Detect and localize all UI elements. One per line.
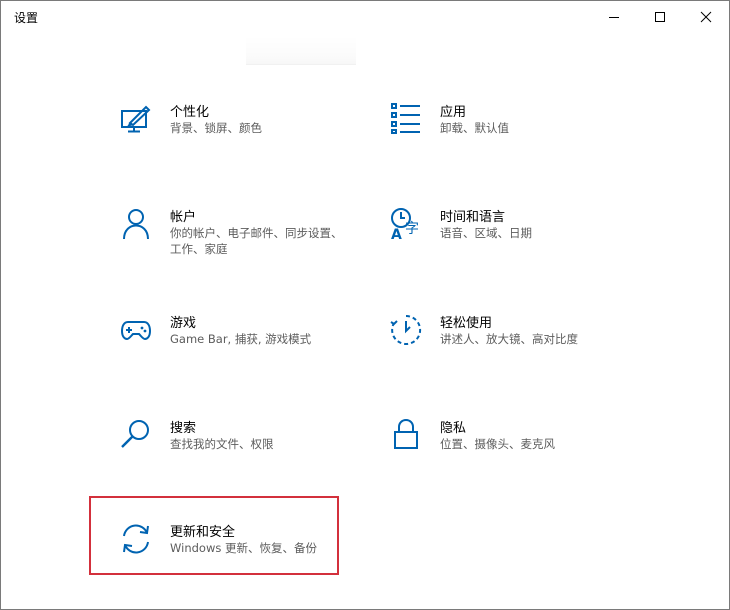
sync-icon	[118, 521, 154, 557]
tile-description: 位置、摄像头、麦克风	[440, 437, 555, 451]
tile-title: 应用	[440, 105, 467, 120]
tile-title: 个性化	[170, 105, 210, 120]
gamepad-icon	[118, 312, 154, 348]
tile-title: 更新和安全	[170, 525, 236, 540]
tile-description: 背景、锁屏、颜色	[170, 121, 262, 135]
svg-text:A: A	[391, 227, 402, 241]
time-language-icon: A 字	[388, 206, 424, 242]
tile-time-language[interactable]: A 字 时间和语言 语音、区域、日期	[388, 206, 638, 286]
minimize-icon	[609, 17, 619, 18]
person-icon	[118, 206, 154, 242]
settings-window: 设置 个性化 背景、锁屏、颜色 应用 卸载、默认值 帐户 你的帐户、电子邮件、同…	[0, 0, 730, 610]
tile-description: Windows 更新、恢复、备份	[170, 541, 317, 555]
tile-description: 查找我的文件、权限	[170, 437, 274, 451]
close-icon	[700, 11, 712, 23]
tile-description: Game Bar, 捕获, 游戏模式	[170, 332, 312, 346]
search-icon	[118, 417, 154, 453]
tile-title: 游戏	[170, 316, 197, 331]
ease-of-access-icon	[388, 312, 424, 348]
tile-title: 搜索	[170, 421, 197, 436]
tile-title: 轻松使用	[440, 316, 493, 331]
apps-list-icon	[388, 101, 424, 137]
tile-description: 卸载、默认值	[440, 121, 509, 135]
tile-gaming[interactable]: 游戏 Game Bar, 捕获, 游戏模式	[118, 312, 368, 392]
tile-title: 时间和语言	[440, 210, 506, 225]
personalization-icon	[118, 101, 154, 137]
lock-icon	[388, 417, 424, 453]
tile-description: 你的帐户、电子邮件、同步设置、工作、家庭	[170, 226, 343, 256]
tile-description: 语音、区域、日期	[440, 226, 532, 240]
title-bar[interactable]: 设置	[1, 1, 729, 33]
tile-accounts[interactable]: 帐户 你的帐户、电子邮件、同步设置、工作、家庭	[118, 206, 368, 286]
minimize-button[interactable]	[591, 1, 637, 33]
tile-privacy[interactable]: 隐私 位置、摄像头、麦克风	[388, 417, 638, 497]
tile-update-security[interactable]: 更新和安全 Windows 更新、恢复、备份	[118, 521, 368, 601]
maximize-button[interactable]	[637, 1, 683, 33]
tile-ease-of-access[interactable]: 轻松使用 讲述人、放大镜、高对比度	[388, 312, 638, 392]
svg-text:字: 字	[405, 221, 419, 237]
maximize-icon	[655, 12, 665, 22]
close-button[interactable]	[683, 1, 729, 33]
tile-search[interactable]: 搜索 查找我的文件、权限	[118, 417, 368, 497]
tile-title: 帐户	[170, 210, 197, 225]
tile-description: 讲述人、放大镜、高对比度	[440, 332, 578, 346]
search-area-shadow	[246, 35, 356, 65]
tile-title: 隐私	[440, 421, 467, 436]
tile-apps[interactable]: 应用 卸载、默认值	[388, 101, 638, 181]
window-title: 设置	[14, 11, 39, 25]
tile-personalization[interactable]: 个性化 背景、锁屏、颜色	[118, 101, 368, 181]
